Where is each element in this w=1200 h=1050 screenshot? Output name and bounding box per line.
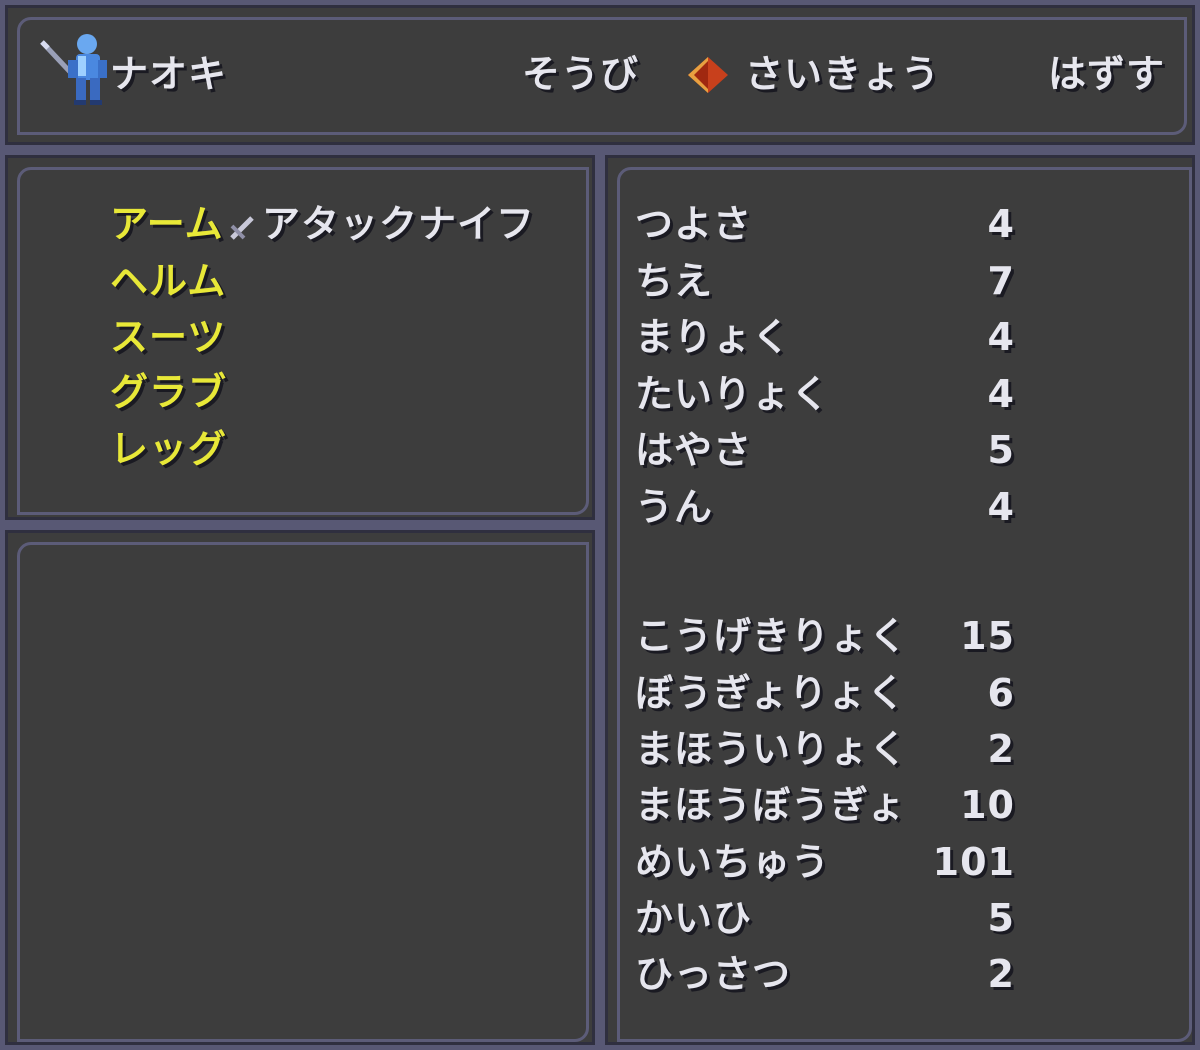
stat-value: 4 <box>987 372 1015 416</box>
stat-row-strength: つよさ 4 <box>635 205 1015 253</box>
stat-value: 4 <box>987 485 1015 529</box>
equip-slot-hands[interactable]: グラブ <box>110 373 227 411</box>
stat-label: まりょく <box>635 315 792 359</box>
stat-label: ちえ <box>635 259 714 303</box>
equipped-item[interactable]: アタックナイフ <box>262 205 535 243</box>
stat-value: 101 <box>932 840 1015 884</box>
stat-value: 7 <box>987 259 1015 303</box>
stat-row-magic-power: まほういりょく 2 <box>635 730 1015 778</box>
stat-value: 5 <box>987 896 1015 940</box>
slot-label: アーム <box>110 202 224 246</box>
stat-label: つよさ <box>635 202 753 246</box>
diamond-cursor-icon <box>688 57 728 93</box>
equip-slot-body[interactable]: スーツ <box>110 318 226 356</box>
stat-label: ぼうぎょりょく <box>635 671 907 715</box>
stat-label: たいりょく <box>635 372 831 416</box>
stat-row-luck: うん 4 <box>635 488 1015 536</box>
slot-label: グラブ <box>110 370 228 414</box>
stat-row-critical: ひっさつ 2 <box>635 955 1015 1003</box>
slot-label: ヘルム <box>110 259 227 303</box>
stat-label: ひっさつ <box>635 952 792 996</box>
stat-value: 10 <box>960 783 1015 827</box>
stat-row-accuracy: めいちゅう 101 <box>635 843 1015 891</box>
stat-row-intellect: ちえ 7 <box>635 262 1015 310</box>
stat-label: はやさ <box>635 428 753 472</box>
stat-label: こうげきりょく <box>635 614 909 658</box>
stat-label: まほういりょく <box>635 727 909 771</box>
stat-row-evasion: かいひ 5 <box>635 899 1015 947</box>
menu-equip[interactable]: そうび <box>522 55 639 93</box>
item-list-panel <box>0 525 600 1050</box>
stat-label: うん <box>635 485 714 529</box>
equip-slot-legs[interactable]: レッグ <box>110 430 227 468</box>
stat-value: 2 <box>987 727 1015 771</box>
stat-row-magic-defense: まほうぼうぎょ 10 <box>635 786 1015 834</box>
knife-icon <box>228 212 258 242</box>
stat-label: かいひ <box>635 896 753 940</box>
stat-row-defense: ぼうぎょりょく 6 <box>635 674 1015 722</box>
equip-slot-head[interactable]: ヘルム <box>110 262 226 300</box>
equip-slot-arm[interactable]: アーム <box>110 205 224 243</box>
stat-label: めいちゅう <box>635 840 831 884</box>
slot-label: レッグ <box>110 427 228 471</box>
stat-value: 2 <box>987 952 1015 996</box>
item-list-inner-frame <box>17 542 589 1042</box>
character-sprite-icon <box>38 28 113 106</box>
character-name: ナオキ <box>110 52 228 96</box>
stat-value: 15 <box>960 614 1015 658</box>
slot-label: スーツ <box>110 315 227 359</box>
stat-row-magic: まりょく 4 <box>635 318 1015 366</box>
menu-remove[interactable]: はずす <box>1048 55 1165 93</box>
stat-row-attack: こうげきりょく 15 <box>635 617 1015 665</box>
stat-row-stamina: たいりょく 4 <box>635 375 1015 423</box>
stat-value: 4 <box>987 202 1015 246</box>
stat-label: まほうぼうぎょ <box>635 783 907 827</box>
stat-value: 6 <box>987 671 1015 715</box>
stat-row-speed: はやさ 5 <box>635 431 1015 479</box>
menu-optimum[interactable]: さいきょう <box>745 55 940 93</box>
stat-value: 5 <box>987 428 1015 472</box>
stat-value: 4 <box>987 315 1015 359</box>
